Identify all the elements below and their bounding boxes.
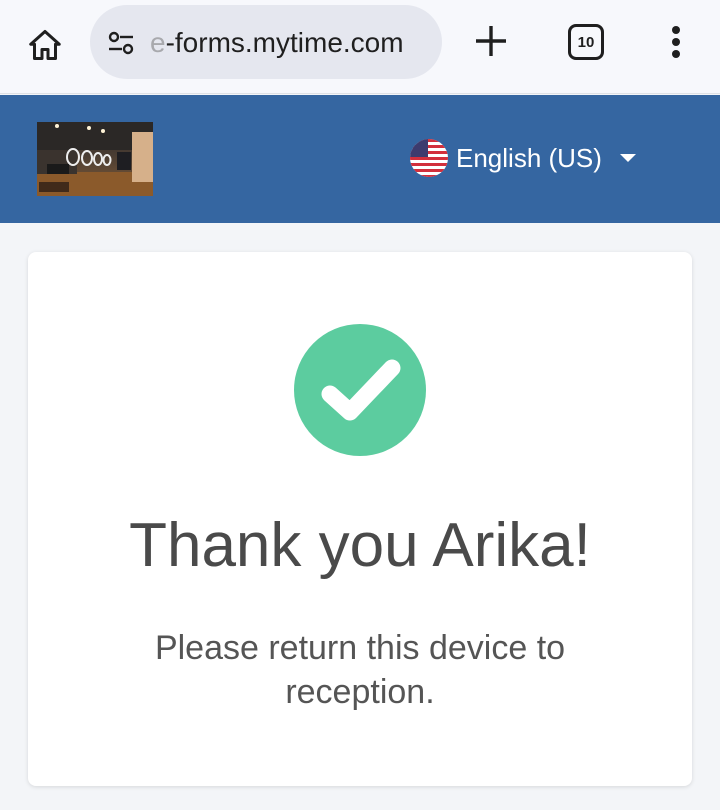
- url-domain: -forms.mytime.com: [165, 27, 404, 58]
- salon-logo-image: [37, 122, 153, 196]
- confirmation-card: Thank you Arika! Please return this devi…: [28, 252, 692, 786]
- plus-icon[interactable]: [470, 20, 512, 62]
- home-button[interactable]: [20, 20, 70, 70]
- tab-count: 10: [577, 33, 595, 51]
- language-selector[interactable]: English (US): [410, 139, 636, 177]
- return-device-message: Please return this device to reception.: [154, 629, 566, 711]
- tune-icon[interactable]: [106, 28, 136, 58]
- home-icon: [29, 30, 61, 60]
- url-prefix: e: [150, 27, 166, 58]
- tab-switcher-button[interactable]: 10: [568, 24, 604, 60]
- success-badge: [294, 324, 426, 456]
- language-label: English (US): [456, 142, 602, 173]
- caret-down-icon: [619, 154, 636, 162]
- address-bar[interactable]: e-forms.mytime.com: [90, 5, 442, 79]
- thank-you-heading: Thank you Arika!: [129, 511, 591, 580]
- browser-toolbar: e-forms.mytime.com 10: [0, 0, 720, 94]
- us-flag-icon: [410, 139, 448, 177]
- checkmark-icon: [321, 359, 401, 421]
- more-vert-icon[interactable]: [660, 22, 692, 62]
- url-text[interactable]: e-forms.mytime.com: [150, 25, 430, 61]
- site-header: English (US): [0, 95, 720, 223]
